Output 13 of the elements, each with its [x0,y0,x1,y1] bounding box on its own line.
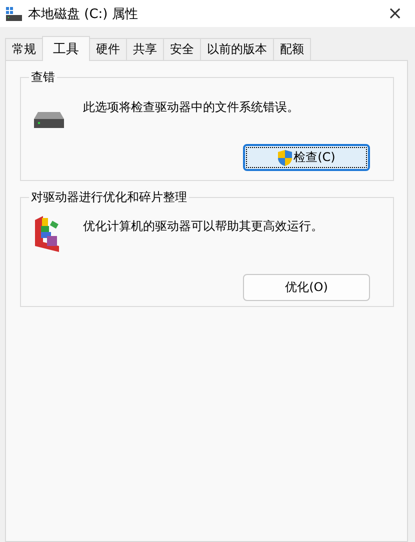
shield-icon [278,150,292,166]
optimize-button[interactable]: 优化(O) [243,274,370,301]
window-title: 本地磁盘 (C:) 属性 [28,6,139,22]
tab[interactable]: 常规 [5,38,43,60]
drive-icon [6,6,22,20]
description-text: 优化计算机的驱动器可以帮助其更高效运行。 [83,218,323,235]
close-icon[interactable]: × [375,3,415,24]
check-button[interactable]: 检查(C) [243,144,370,171]
tab[interactable]: 工具 [42,36,90,61]
group-title: 对驱动器进行优化和碎片整理 [29,189,189,206]
tab[interactable]: 配额 [273,38,311,60]
description-text: 此选项将检查驱动器中的文件系统错误。 [83,99,299,116]
drive-icon [34,112,64,128]
